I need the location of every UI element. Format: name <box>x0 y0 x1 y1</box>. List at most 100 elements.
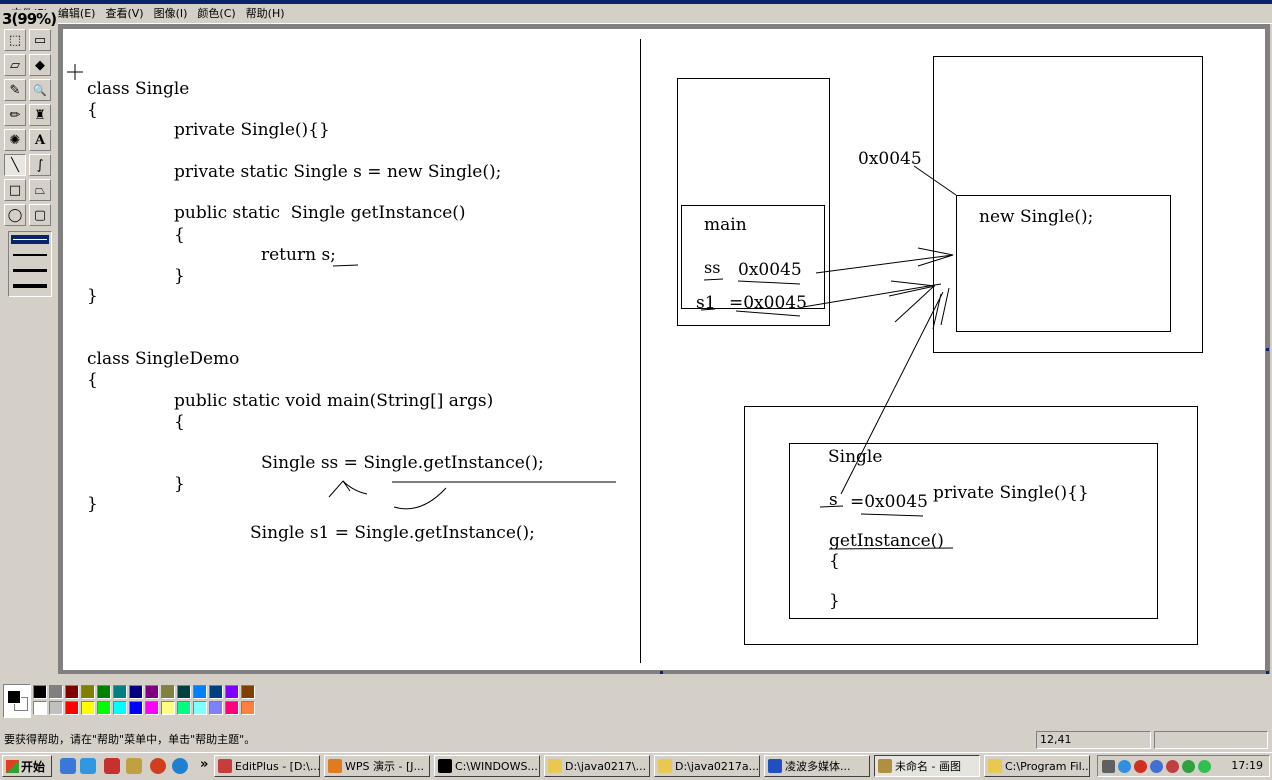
palette-swatch[interactable] <box>129 701 143 715</box>
task-multimedia[interactable]: 凌波多媒体... <box>764 755 870 777</box>
line-width-options <box>8 231 52 297</box>
rect-select-tool-icon[interactable]: ▭ <box>29 29 51 51</box>
menu-view[interactable]: 查看(V) <box>100 5 148 23</box>
palette-swatch[interactable] <box>65 685 79 699</box>
tray-shield-icon[interactable] <box>1182 760 1195 773</box>
palette-swatch[interactable] <box>33 701 47 715</box>
quicklaunch-media-icon[interactable] <box>150 758 166 774</box>
menu-image[interactable]: 图像(I) <box>149 5 193 23</box>
palette-swatch[interactable] <box>113 701 127 715</box>
palette-swatch[interactable] <box>97 685 111 699</box>
tray-antivirus-icon[interactable] <box>1166 760 1179 773</box>
current-colors-indicator <box>3 684 31 718</box>
eraser-tool-icon[interactable]: ▱ <box>4 54 26 76</box>
palette-swatch[interactable] <box>161 685 175 699</box>
quicklaunch-app-icon[interactable] <box>104 758 120 774</box>
palette-swatch[interactable] <box>177 701 191 715</box>
zoom-overlay-label: 3(99%) <box>0 10 59 29</box>
airbrush-tool-icon[interactable]: ✺ <box>4 129 26 151</box>
fill-tool-icon[interactable]: ◆ <box>29 54 51 76</box>
line-width-3[interactable] <box>13 269 47 272</box>
windows-logo-icon <box>6 759 19 773</box>
task-wps[interactable]: WPS 演示 - [J... <box>324 755 430 777</box>
palette-swatch[interactable] <box>81 701 95 715</box>
resize-handle-corner[interactable] <box>1266 671 1269 674</box>
start-label: 开始 <box>21 759 46 774</box>
task-label: D:\java0217\... <box>565 759 647 773</box>
palette-swatch[interactable] <box>241 701 255 715</box>
paint-icon <box>878 759 892 773</box>
rectangle-tool-icon[interactable]: □ <box>4 179 26 201</box>
curve-tool-icon[interactable]: ∫ <box>29 154 51 176</box>
task-label: C:\Program Fil... <box>1005 759 1090 773</box>
tray-keyboard-icon[interactable] <box>1102 760 1115 773</box>
palette-swatch[interactable] <box>49 685 63 699</box>
task-paint[interactable]: 未命名 - 画图 <box>874 755 980 777</box>
palette-swatch[interactable] <box>177 685 191 699</box>
freehand-strokes <box>67 64 957 550</box>
palette-swatch[interactable] <box>145 701 159 715</box>
brush-tool-icon[interactable]: ♜ <box>29 104 51 126</box>
color-picker-tool-icon[interactable]: ✎ <box>4 79 26 101</box>
line-width-4[interactable] <box>13 284 47 288</box>
resize-handle-bottom[interactable] <box>660 671 663 674</box>
menu-colors[interactable]: 颜色(C) <box>192 5 240 23</box>
task-editplus[interactable]: EditPlus - [D:\... <box>214 755 320 777</box>
tray-bluetooth-icon[interactable] <box>1150 760 1163 773</box>
task-label: 未命名 - 画图 <box>895 760 961 773</box>
folder-icon <box>548 759 562 773</box>
task-folder-1[interactable]: D:\java0217\... <box>544 755 650 777</box>
palette-swatch[interactable] <box>225 685 239 699</box>
color-palette <box>0 680 1272 726</box>
palette-swatch[interactable] <box>225 701 239 715</box>
palette-swatch[interactable] <box>145 685 159 699</box>
rounded-rect-tool-icon[interactable]: ▢ <box>29 204 51 226</box>
resize-handle-right[interactable] <box>1266 348 1269 351</box>
palette-swatch[interactable] <box>65 701 79 715</box>
tray-media-icon[interactable] <box>1134 760 1147 773</box>
tray-network-icon[interactable] <box>1118 760 1131 773</box>
drawing-canvas[interactable]: class Single { private Single(){} privat… <box>63 29 1265 670</box>
quicklaunch-desktop-icon[interactable] <box>80 758 96 774</box>
magnifier-tool-icon[interactable]: 🔍 <box>29 79 51 101</box>
task-label: D:\java0217a... <box>675 759 760 773</box>
status-help-text: 要获得帮助，请在"帮助"菜单中，单击"帮助主题"。 <box>4 733 256 746</box>
quicklaunch-chevron-icon[interactable]: » <box>200 757 208 772</box>
ellipse-tool-icon[interactable]: ◯ <box>4 204 26 226</box>
palette-swatch[interactable] <box>193 701 207 715</box>
task-program-files[interactable]: C:\Program Fil... <box>984 755 1090 777</box>
line-width-1[interactable] <box>13 239 47 240</box>
palette-swatch[interactable] <box>97 701 111 715</box>
palette-swatch[interactable] <box>161 701 175 715</box>
menu-edit[interactable]: 编辑(E) <box>53 5 101 23</box>
quicklaunch-ie-icon[interactable] <box>60 758 76 774</box>
palette-swatch[interactable] <box>209 685 223 699</box>
line-tool-icon[interactable]: ╲ <box>4 154 26 176</box>
tray-update-icon[interactable] <box>1198 760 1211 773</box>
task-cmd[interactable]: C:\WINDOWS... <box>434 755 540 777</box>
palette-swatch[interactable] <box>33 685 47 699</box>
task-label: EditPlus - [D:\... <box>235 759 320 773</box>
palette-swatch[interactable] <box>129 685 143 699</box>
quicklaunch-paint-icon[interactable] <box>126 758 142 774</box>
console-icon <box>438 759 452 773</box>
free-select-tool-icon[interactable]: ⬚ <box>4 29 26 51</box>
start-button[interactable]: 开始 <box>2 755 52 777</box>
clock: 17:19 <box>1231 759 1263 772</box>
line-width-2[interactable] <box>13 254 47 256</box>
polygon-tool-icon[interactable]: ⏢ <box>29 179 51 201</box>
palette-swatch[interactable] <box>113 685 127 699</box>
status-size <box>1154 731 1268 749</box>
pencil-tool-icon[interactable]: ✏ <box>4 104 26 126</box>
text-tool-icon[interactable]: A <box>29 129 51 151</box>
task-folder-2[interactable]: D:\java0217a... <box>654 755 760 777</box>
quicklaunch-browser-icon[interactable] <box>172 758 188 774</box>
palette-swatch[interactable] <box>241 685 255 699</box>
palette-swatch[interactable] <box>209 701 223 715</box>
crosshair-cursor-icon <box>67 64 83 80</box>
system-tray: 17:19 <box>1097 755 1270 777</box>
palette-swatch[interactable] <box>193 685 207 699</box>
palette-swatch[interactable] <box>49 701 63 715</box>
palette-swatch[interactable] <box>81 685 95 699</box>
menu-help[interactable]: 帮助(H) <box>241 5 290 23</box>
